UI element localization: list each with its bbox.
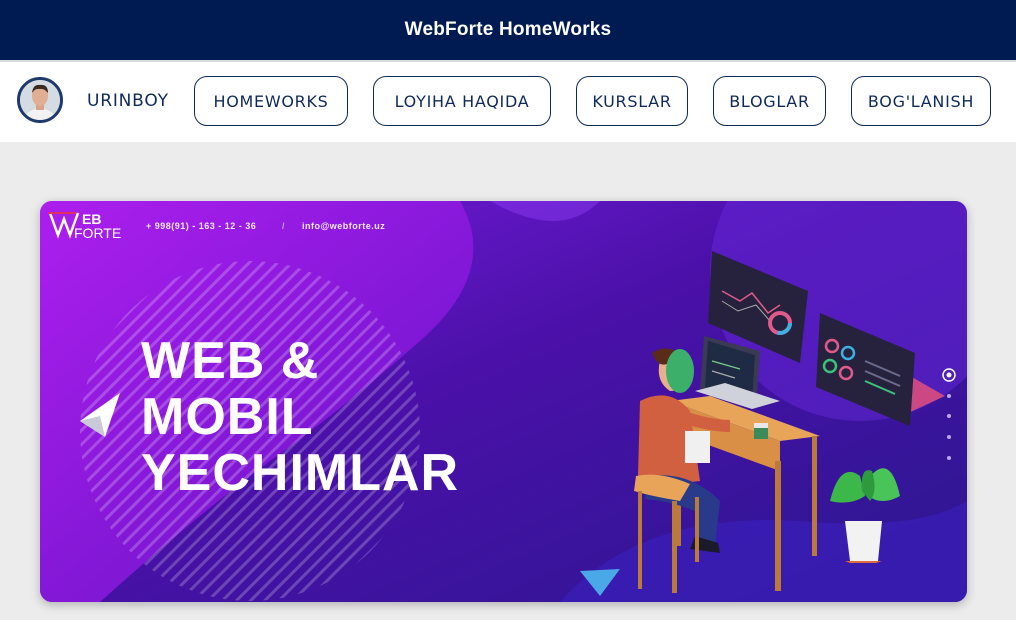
logo-line-2: FORTE bbox=[74, 225, 122, 241]
headline-line-1: WEB & bbox=[141, 332, 320, 390]
nav-homeworks-button[interactable]: HOMEWORKS bbox=[194, 76, 348, 126]
site-title: WebForte HomeWorks bbox=[404, 19, 612, 40]
logo-line-1: EB bbox=[82, 211, 102, 227]
avatar[interactable] bbox=[17, 77, 63, 123]
banner-phone: + 998(91) - 163 - 12 - 36 bbox=[146, 221, 257, 231]
top-header: WebForte HomeWorks bbox=[0, 0, 1016, 60]
headline-line-3: YECHIMLAR bbox=[141, 444, 460, 502]
username[interactable]: URINBOY bbox=[87, 91, 169, 111]
banner-headline: WEB & MOBIL YECHIMLAR bbox=[141, 333, 459, 501]
nav-boglanish-button[interactable]: BOG'LANISH bbox=[851, 76, 991, 126]
banner-email: info@webforte.uz bbox=[302, 221, 386, 231]
nav-bloglar-button[interactable]: BLOGLAR bbox=[713, 76, 826, 126]
nav-loyiha-haqida-button[interactable]: LOYIHA HAQIDA bbox=[373, 76, 551, 126]
headline-line-2: MOBIL bbox=[141, 388, 314, 446]
banner-separator: / bbox=[282, 221, 286, 231]
navigation-bar: URINBOY HOMEWORKS LOYIHA HAQIDA KURSLAR … bbox=[0, 60, 1016, 142]
nav-kurslar-button[interactable]: KURSLAR bbox=[576, 76, 688, 126]
banner-logo: EB FORTE bbox=[62, 212, 121, 240]
